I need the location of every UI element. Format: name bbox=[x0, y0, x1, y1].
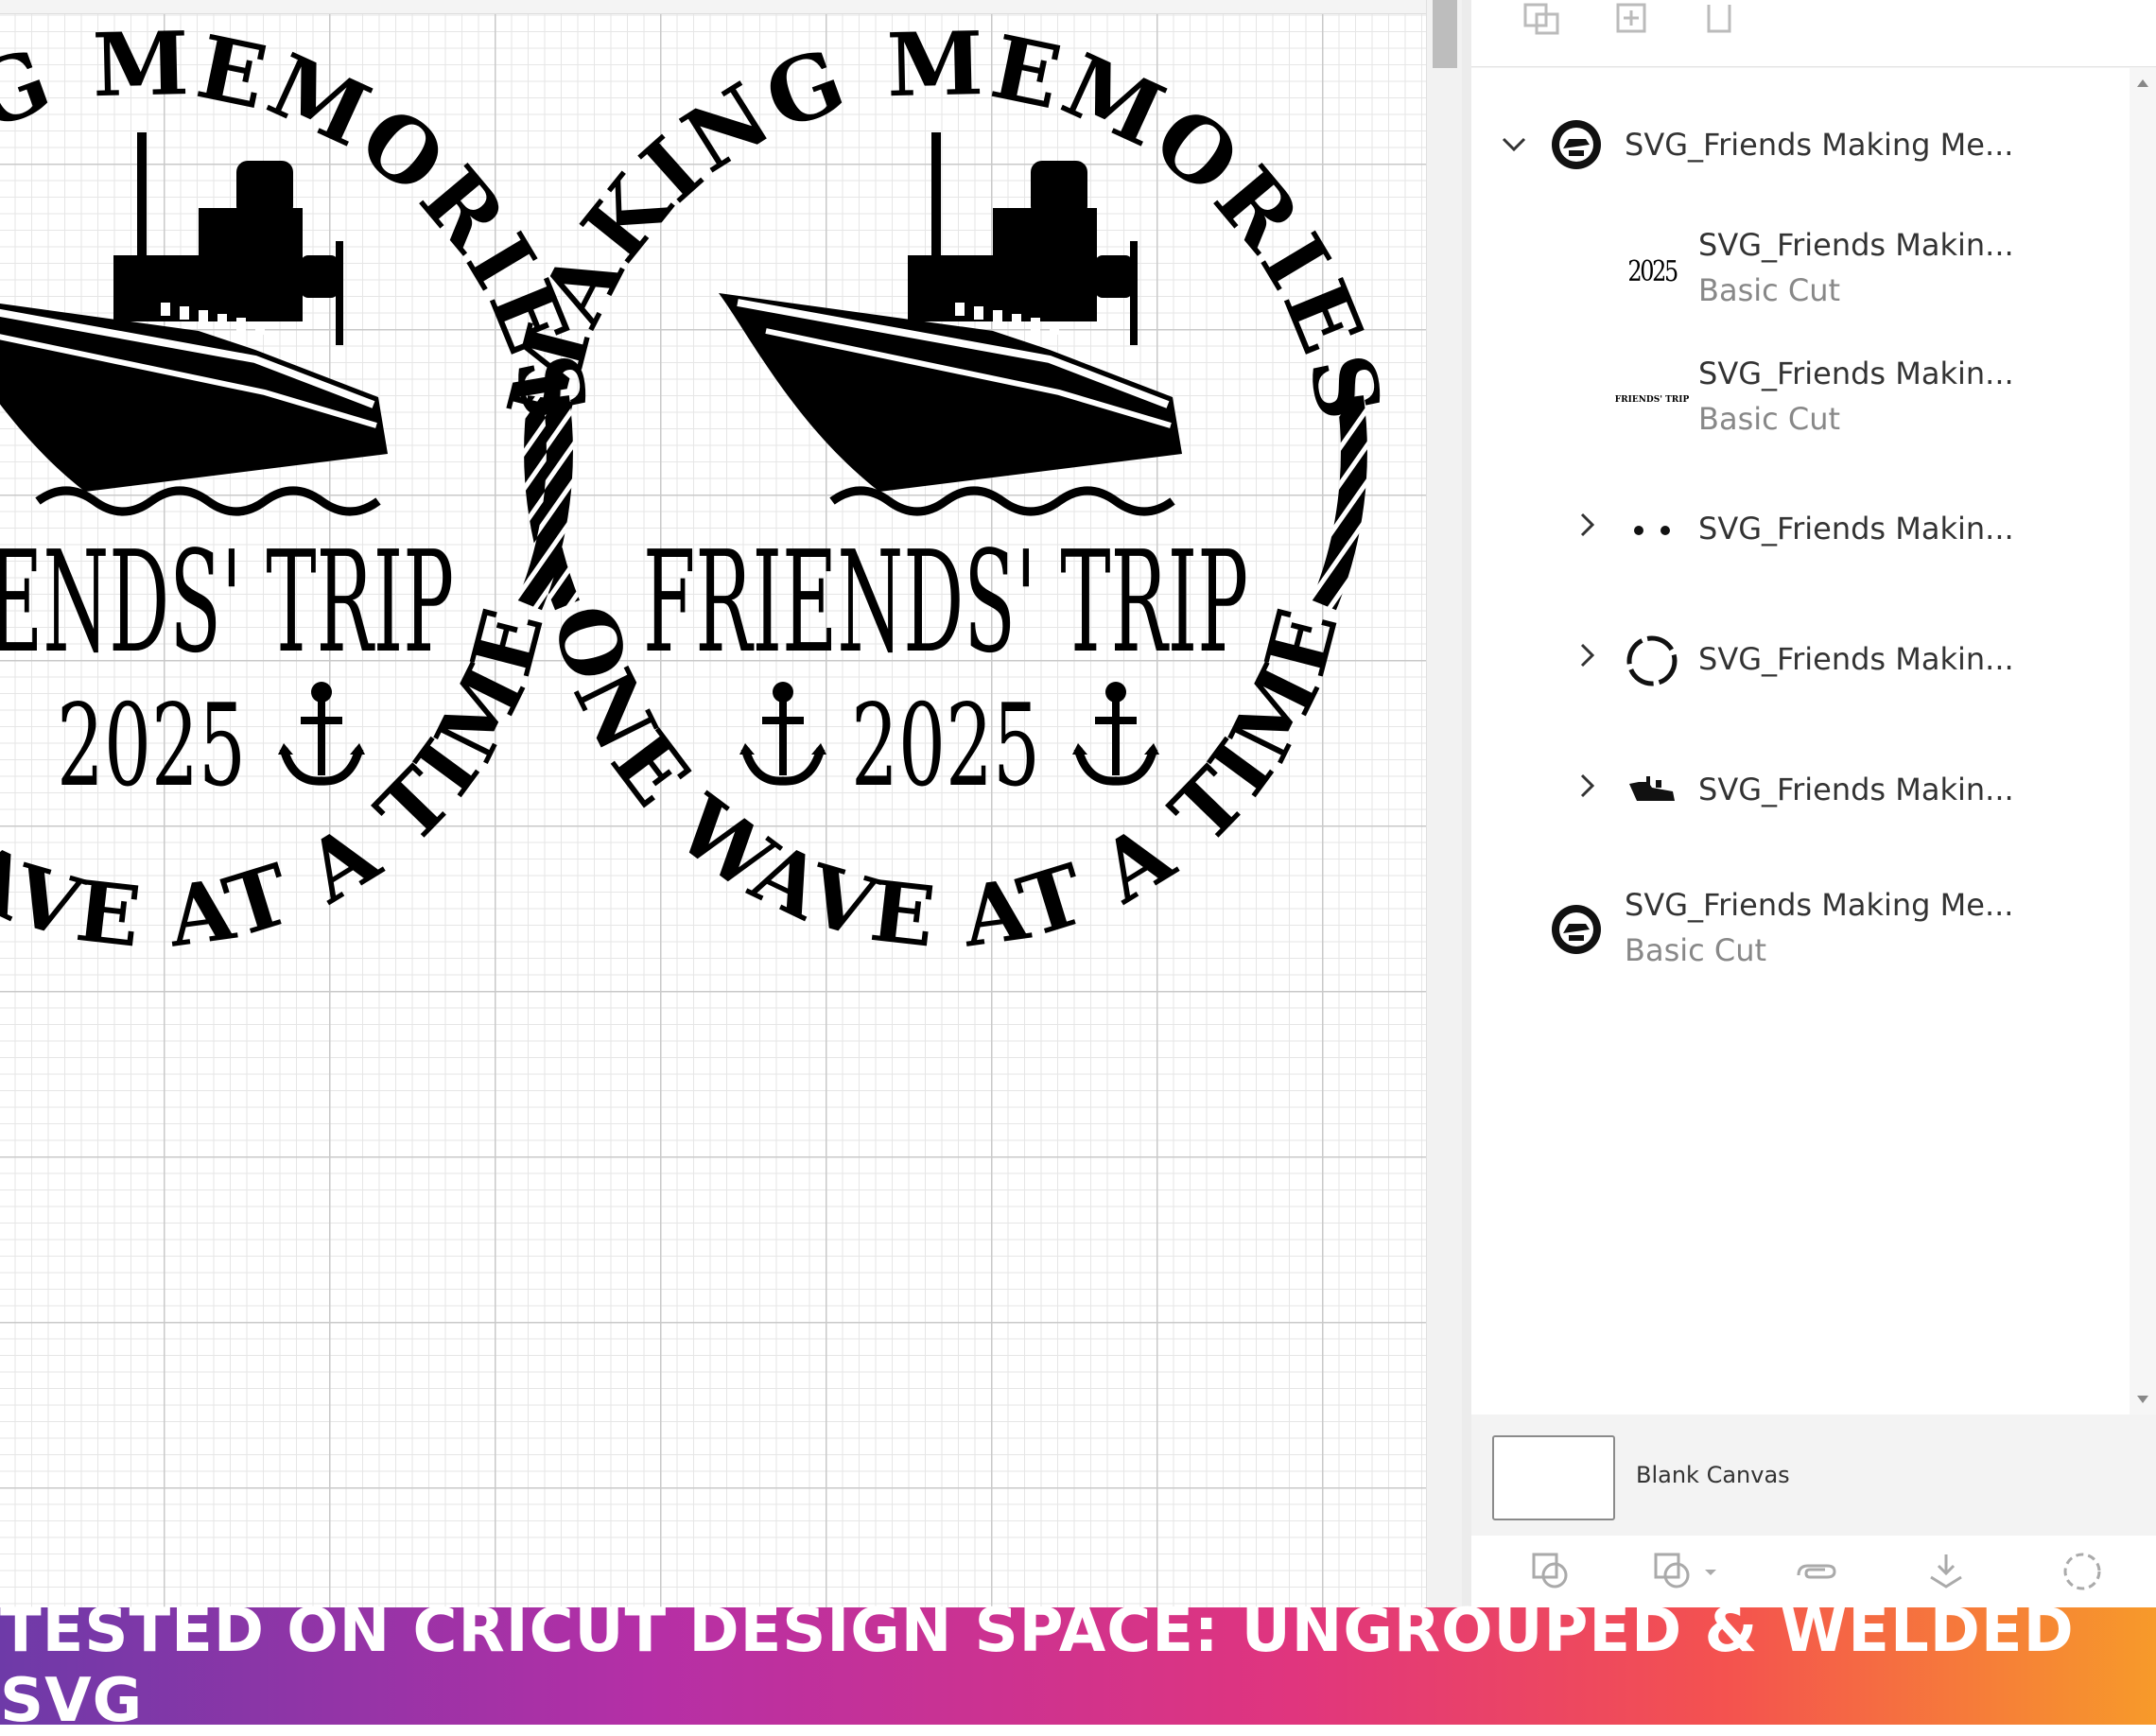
layer-group-name: SVG_Friends Making Me... bbox=[1625, 127, 2014, 163]
friends-trip-text-icon: FRIENDS' TRIP bbox=[1614, 395, 1690, 405]
blank-canvas-label: Blank Canvas bbox=[1636, 1462, 1790, 1488]
contour-icon[interactable] bbox=[2054, 1541, 2111, 1602]
banner-text: TESTED ON CRICUT DESIGN SPACE: UNGROUPED… bbox=[0, 1596, 2075, 1736]
layer-type: Basic Cut bbox=[1698, 401, 1841, 437]
layers-scrollbar[interactable] bbox=[2130, 68, 2156, 1415]
duplicate-icon[interactable] bbox=[1606, 0, 1655, 38]
design-right[interactable]: MAKING MEMORIES ONE WAVE AT A TIME FRIEN… bbox=[488, 12, 1402, 966]
blank-canvas-row[interactable]: Blank Canvas bbox=[1471, 1418, 2156, 1536]
group-thumbnail-icon bbox=[1545, 113, 1608, 176]
slice-icon[interactable] bbox=[1522, 1541, 1579, 1602]
chevron-right-icon[interactable] bbox=[1574, 511, 1602, 539]
layers-top-toolbar bbox=[1471, 0, 2156, 67]
year-text: 2025 bbox=[851, 681, 1040, 812]
chevron-right-icon[interactable] bbox=[1574, 772, 1602, 800]
flatten-icon[interactable] bbox=[1918, 1541, 1974, 1602]
layer-row[interactable]: SVG_Friends Makin... bbox=[1471, 632, 2130, 707]
title-text: FRIENDS' TRIP bbox=[643, 521, 1248, 684]
year-text-left: 2025 bbox=[57, 681, 246, 812]
layer-row[interactable]: 2025 SVG_Friends Makin... Basic Cut bbox=[1471, 227, 2130, 321]
group-icon[interactable] bbox=[1517, 0, 1566, 38]
attach-icon[interactable] bbox=[1787, 1541, 1844, 1602]
design-canvas[interactable]: MAKING MEMORIES ONE WAVE AT A TIME FRIEN… bbox=[0, 0, 1426, 1607]
panel-divider bbox=[1462, 0, 1471, 1607]
title-text-left: FRIENDS' TRIP bbox=[0, 521, 454, 684]
layer-name: SVG_Friends Makin... bbox=[1698, 641, 2014, 677]
layer-name: SVG_Friends Makin... bbox=[1698, 356, 2014, 391]
canvas-scrollbar-thumb[interactable] bbox=[1433, 0, 1457, 68]
ship-icon bbox=[1621, 760, 1683, 823]
layer-row[interactable]: FRIENDS' TRIP SVG_Friends Makin... Basic… bbox=[1471, 356, 2130, 450]
layer-row[interactable]: SVG_Friends Makin... bbox=[1471, 501, 2130, 577]
layers-panel: SVG_Friends Making Me... 2025 SVG_Friend… bbox=[1471, 0, 2156, 1607]
combine-icon[interactable] bbox=[1645, 1541, 1730, 1602]
layer-name: SVG_Friends Makin... bbox=[1698, 772, 2014, 807]
anchors-icon bbox=[1621, 499, 1683, 562]
design-left[interactable]: MAKING MEMORIES ONE WAVE AT A TIME FRIEN… bbox=[0, 12, 608, 966]
welded-design-icon bbox=[1545, 898, 1608, 961]
year-2025-icon: 2025 bbox=[1627, 254, 1678, 288]
layer-row-welded[interactable]: SVG_Friends Making Me... Basic Cut bbox=[1471, 881, 2130, 985]
chevron-down-icon[interactable] bbox=[1500, 130, 1528, 159]
layers-list: SVG_Friends Making Me... 2025 SVG_Friend… bbox=[1471, 68, 2130, 1415]
rope-circle-icon bbox=[1621, 630, 1683, 692]
blank-canvas-thumbnail[interactable] bbox=[1492, 1435, 1615, 1520]
chevron-right-icon[interactable] bbox=[1574, 641, 1602, 669]
delete-icon[interactable] bbox=[1695, 0, 1744, 38]
canvas-vertical-scrollbar[interactable] bbox=[1426, 0, 1463, 1607]
layer-group-row[interactable]: SVG_Friends Making Me... bbox=[1471, 119, 2130, 195]
layer-name: SVG_Friends Makin... bbox=[1698, 227, 2014, 263]
layer-row[interactable]: SVG_Friends Makin... bbox=[1471, 762, 2130, 838]
layer-name: SVG_Friends Makin... bbox=[1698, 511, 2014, 547]
promo-banner: TESTED ON CRICUT DESIGN SPACE: UNGROUPED… bbox=[0, 1596, 2156, 1736]
layer-type: Basic Cut bbox=[1625, 932, 1767, 968]
design-artwork[interactable]: MAKING MEMORIES ONE WAVE AT A TIME FRIEN… bbox=[0, 0, 1426, 1607]
layer-type: Basic Cut bbox=[1698, 272, 1841, 308]
layer-name: SVG_Friends Making Me... bbox=[1625, 887, 2014, 923]
